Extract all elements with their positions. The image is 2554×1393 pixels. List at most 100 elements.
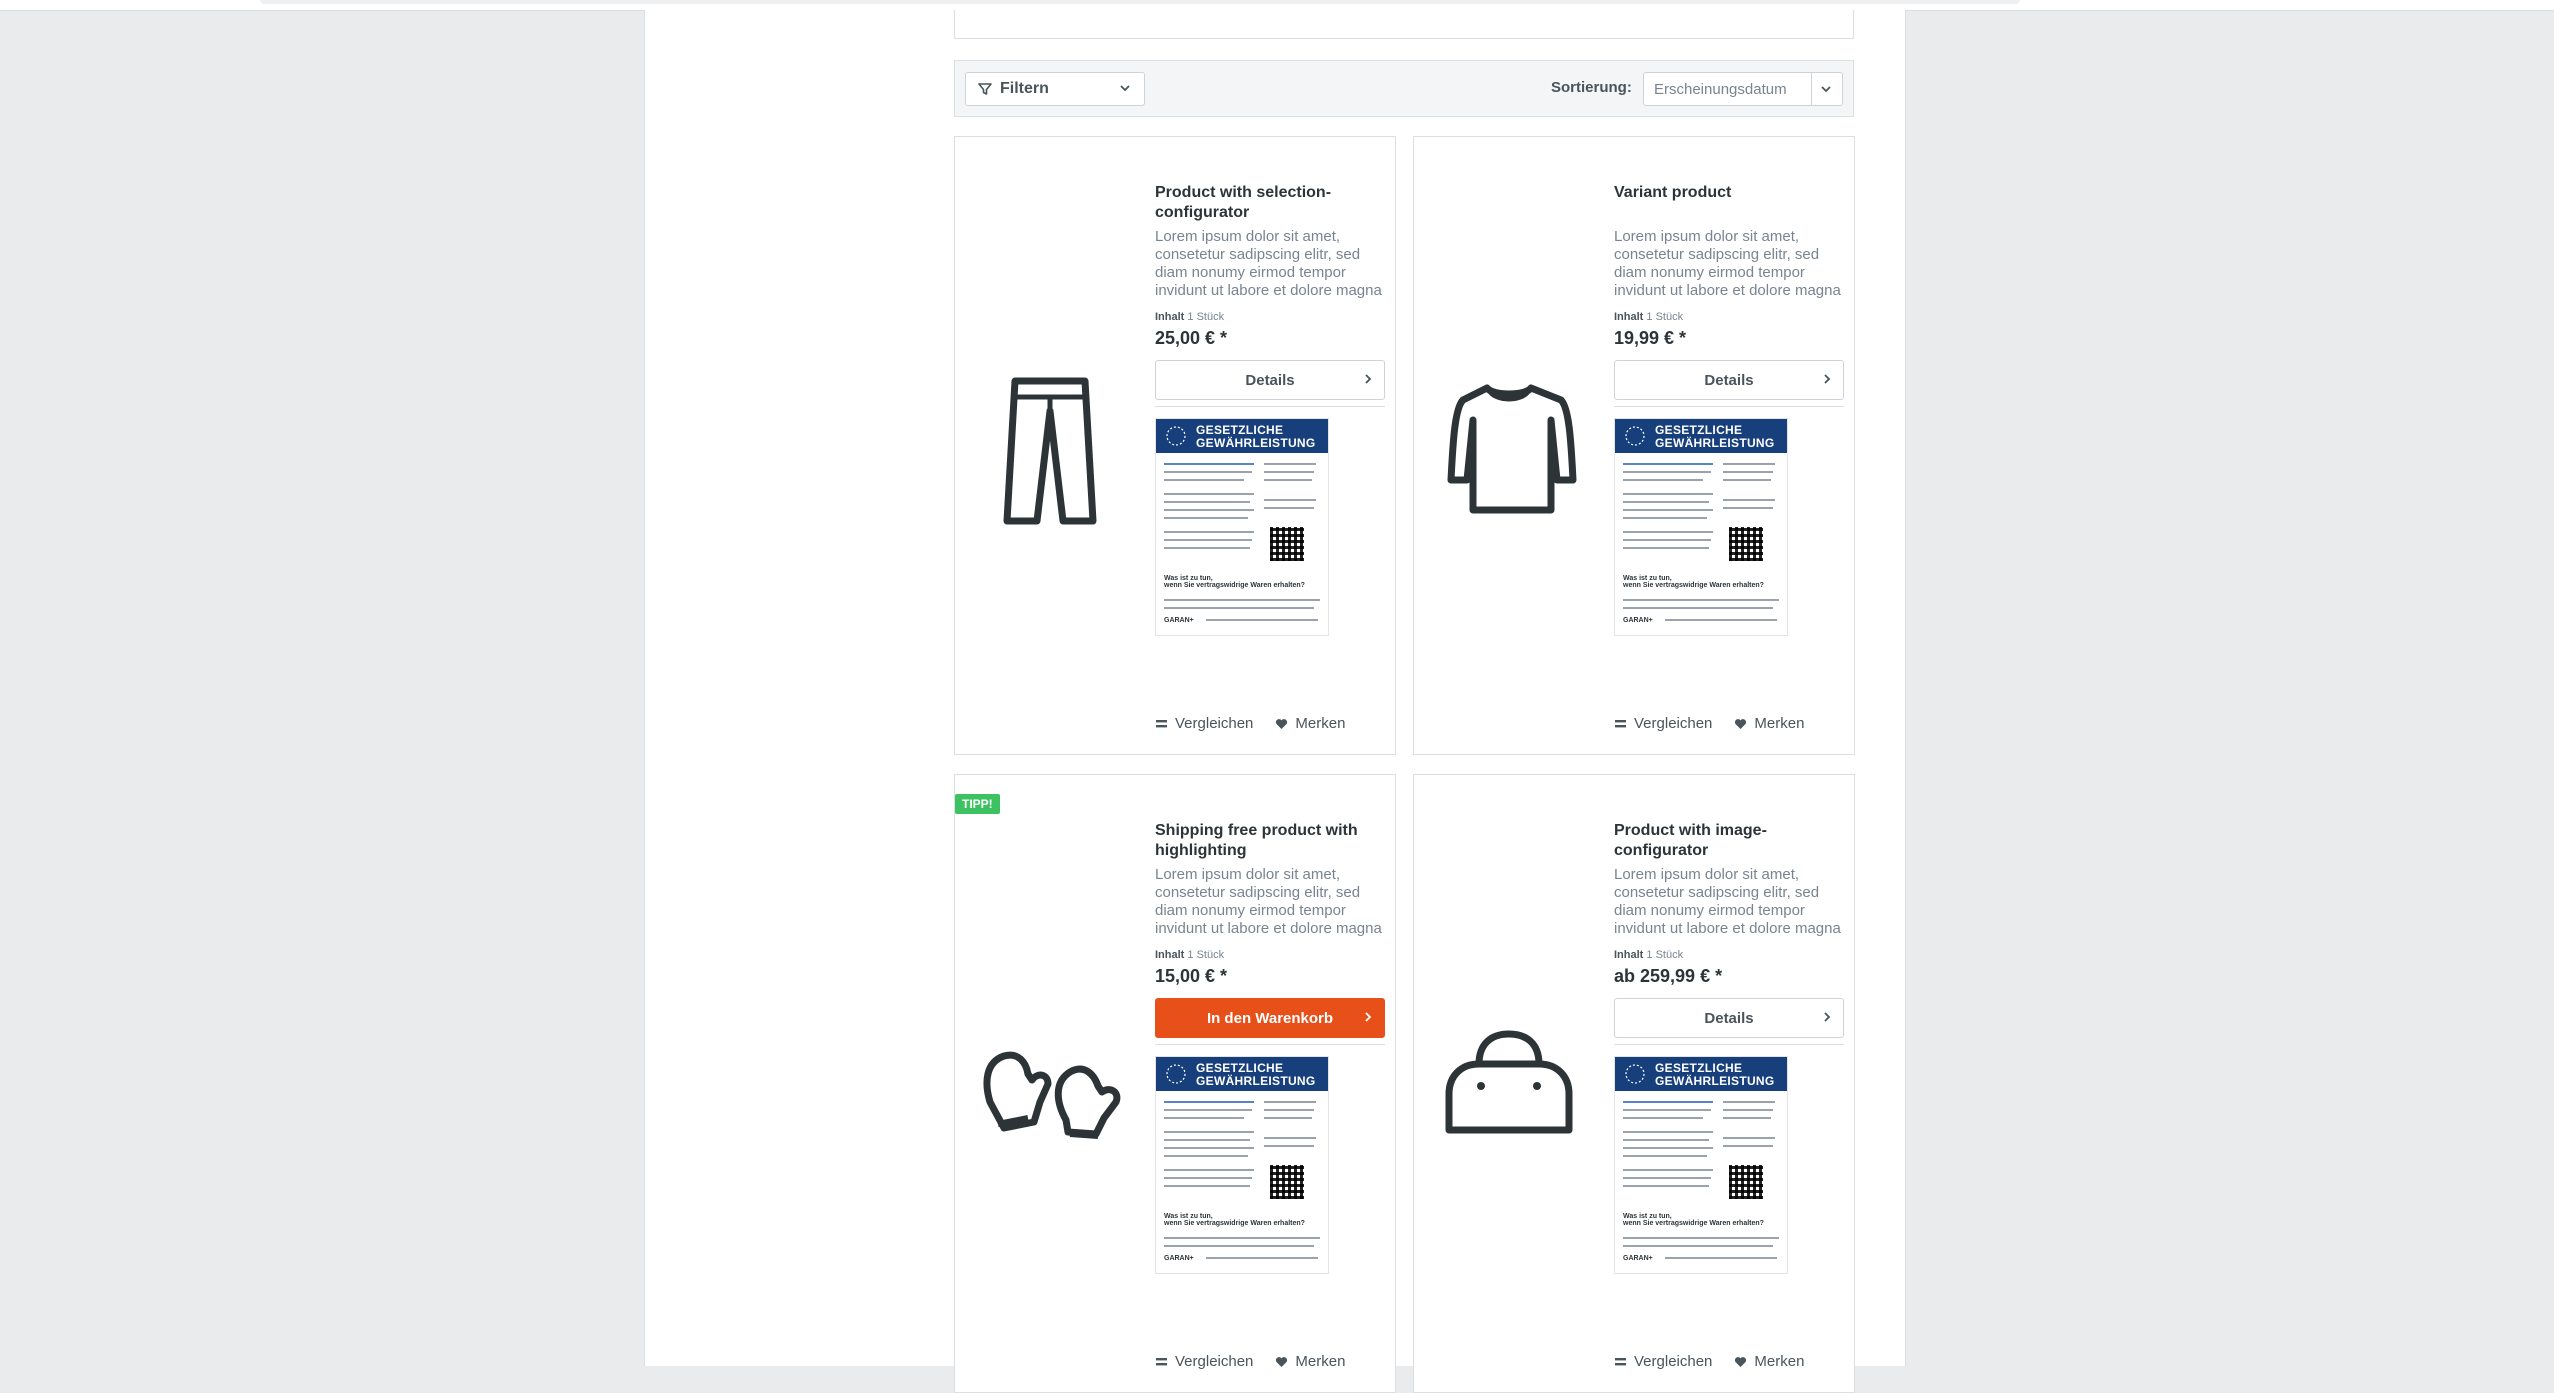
product-image[interactable] [955,137,1145,754]
compare-button[interactable]: Vergleichen [1155,1353,1253,1370]
details-button[interactable]: Details [1614,998,1844,1038]
compare-icon [1615,1358,1626,1366]
filter-bar: Filtern Sortierung: Erscheinungsdatum [954,60,1854,117]
button-label: In den Warenkorb [1206,1009,1334,1027]
product-card: TIPP! Shipping free product with highlig… [954,774,1396,1393]
compare-label: Vergleichen [1634,715,1713,732]
doc-line [1164,1185,1250,1187]
subhead1: Was ist zu tun, [1623,575,1672,582]
wishlist-label: Merken [1754,715,1805,732]
doc-line [1623,509,1713,511]
eu-stars-icon [1625,426,1645,446]
details-button[interactable]: Details [1155,360,1385,400]
filter-button[interactable]: Filtern [965,72,1145,106]
warranty-line2: GEWÄHRLEISTUNG [1655,1074,1775,1088]
warranty-title: GESETZLICHE GEWÄHRLEISTUNG [1196,424,1316,450]
doc-line [1665,619,1777,621]
compare-icon [1156,720,1167,728]
product-title[interactable]: Product with image-configurator [1614,821,1844,861]
subhead2: wenn Sie vertragswidrige Waren erhalten? [1164,582,1305,589]
subhead1: Was ist zu tun, [1623,1213,1672,1220]
product-title[interactable]: Variant product [1614,183,1844,223]
warranty-line1: GESETZLICHE [1655,423,1743,437]
unit-value: 1 Stück [1646,949,1684,961]
doc-line [1723,1137,1775,1139]
doc-line [1164,493,1254,495]
warranty-brand: GARAN+ [1164,617,1194,624]
chevron-down-icon [1120,85,1130,92]
compare-button[interactable]: Vergleichen [1614,1353,1712,1370]
doc-line [1264,471,1314,473]
warranty-brand: GARAN+ [1623,617,1653,624]
doc-line [1164,1169,1254,1171]
doc-line [1164,1139,1250,1141]
product-description: Lorem ipsum dolor sit amet, consetetur s… [1614,228,1841,299]
doc-line [1723,1117,1771,1119]
product-description: Lorem ipsum dolor sit amet, consetetur s… [1614,866,1841,937]
eu-stars-icon [1625,1064,1645,1084]
doc-line [1623,1131,1713,1133]
chevron-right-icon [1824,1012,1831,1022]
doc-line [1164,539,1252,541]
doc-line [1723,463,1775,465]
product-image[interactable] [1414,137,1604,754]
doc-line [1723,1101,1775,1103]
doc-line [1164,471,1252,473]
doc-line [1723,479,1771,481]
product-title[interactable]: Product with selection-configurator [1155,183,1385,223]
doc-line [1723,1145,1773,1147]
unit-label: Inhalt [1614,949,1644,961]
doc-line [1264,1117,1312,1119]
warranty-header: GESETZLICHE GEWÄHRLEISTUNG [1615,419,1787,453]
sort-value: Erscheinungsdatum [1654,81,1787,98]
product-price: 25,00 € * [1155,328,1228,348]
doc-line [1206,619,1318,621]
warranty-line2: GEWÄHRLEISTUNG [1196,1074,1316,1088]
doc-line [1206,1257,1318,1259]
doc-line [1164,607,1314,609]
doc-line [1723,499,1775,501]
sort-label: Sortierung: [1551,79,1632,96]
warranty-image: GESETZLICHE GEWÄHRLEISTUNG Was ist zu tun… [1614,1056,1788,1274]
wishlist-button[interactable]: Merken [1734,715,1804,732]
wishlist-button[interactable]: Merken [1275,1353,1345,1370]
doc-line [1264,1101,1316,1103]
product-unit: Inhalt 1 Stück [1155,311,1385,323]
warranty-line1: GESETZLICHE [1655,1061,1743,1075]
chevron-right-icon [1824,374,1831,384]
doc-line [1164,463,1254,465]
add-to-cart-button[interactable]: In den Warenkorb [1155,998,1385,1038]
wishlist-button[interactable]: Merken [1275,715,1345,732]
warranty-line1: GESETZLICHE [1196,423,1284,437]
subhead1: Was ist zu tun, [1164,1213,1213,1220]
warranty-header: GESETZLICHE GEWÄHRLEISTUNG [1156,419,1328,453]
product-image[interactable] [1414,775,1604,1392]
doc-line [1164,1147,1254,1149]
compare-button[interactable]: Vergleichen [1155,715,1253,732]
unit-value: 1 Stück [1187,311,1225,323]
top-box [954,10,1854,39]
warranty-image: GESETZLICHE GEWÄHRLEISTUNG Was ist zu tun… [1155,418,1329,636]
product-title[interactable]: Shipping free product with highlighting [1155,821,1385,861]
product-description: Lorem ipsum dolor sit amet, consetetur s… [1155,228,1382,299]
warranty-line1: GESETZLICHE [1196,1061,1284,1075]
doc-line [1623,501,1709,503]
wishlist-button[interactable]: Merken [1734,1353,1804,1370]
sort-select[interactable]: Erscheinungsdatum [1643,72,1843,106]
product-unit: Inhalt 1 Stück [1614,311,1844,323]
chevron-right-icon [1365,1012,1372,1022]
subhead2: wenn Sie vertragswidrige Waren erhalten? [1623,1220,1764,1227]
doc-line [1164,1177,1252,1179]
doc-line [1623,471,1711,473]
divider [1614,406,1844,407]
compare-button[interactable]: Vergleichen [1614,715,1712,732]
unit-value: 1 Stück [1187,949,1225,961]
doc-line [1623,493,1713,495]
eu-stars-icon [1166,1064,1186,1084]
doc-line [1264,1145,1314,1147]
doc-line [1164,1131,1254,1133]
wishlist-label: Merken [1754,1353,1805,1370]
details-button[interactable]: Details [1614,360,1844,400]
product-description: Lorem ipsum dolor sit amet, consetetur s… [1155,866,1382,937]
product-image[interactable] [955,775,1145,1392]
